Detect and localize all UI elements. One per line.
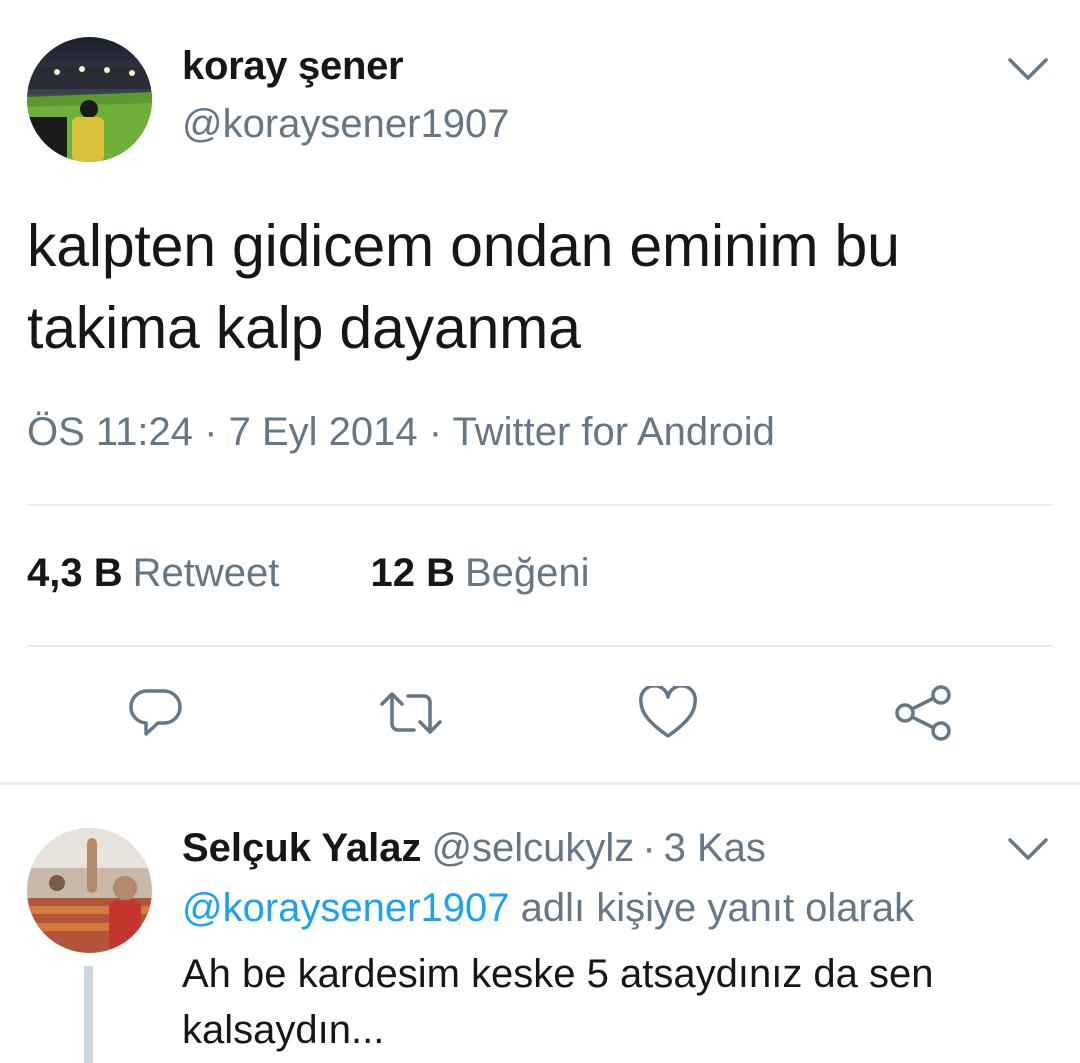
reply-author-name[interactable]: Selçuk Yalaz xyxy=(182,826,421,870)
retweet-button[interactable] xyxy=(376,680,446,750)
like-button[interactable] xyxy=(633,680,703,750)
meta-separator: · xyxy=(204,410,218,454)
author-handle[interactable]: @koraysener1907 xyxy=(182,102,509,147)
retweet-label: Retweet xyxy=(132,551,280,595)
reply-to-label: adlı kişiye yanıt olarak xyxy=(520,886,915,930)
reply-author-handle[interactable]: @selcukylz xyxy=(431,826,634,870)
reply-separator: · xyxy=(642,826,656,870)
tweet-detail-screen: koray şener @koraysener1907 kalpten gidi… xyxy=(0,0,1080,1063)
share-icon xyxy=(893,684,953,746)
reply-text: Ah be kardesim keske 5 atsaydınız da sen… xyxy=(182,952,934,1052)
tweet-text: kalpten gidicem ondan eminim bu takima k… xyxy=(27,213,900,361)
tweet-date: 7 Eyl 2014 xyxy=(228,410,418,454)
like-label: Beğeni xyxy=(464,551,590,595)
tweet-meta: ÖS 11:24 · 7 Eyl 2014 · Twitter for Andr… xyxy=(27,410,775,455)
author-name[interactable]: koray şener xyxy=(182,44,404,89)
reply-author-avatar[interactable] xyxy=(27,828,152,953)
like-count: 12 B xyxy=(370,551,455,595)
author-avatar[interactable] xyxy=(27,37,152,162)
thread-line xyxy=(84,966,93,1063)
tweet-stats: 4,3 B Retweet 12 B Beğeni xyxy=(27,551,590,596)
retweet-stat[interactable]: 4,3 B Retweet xyxy=(27,551,279,596)
reply-context: @koraysener1907 adlı kişiye yanıt olarak xyxy=(182,886,914,931)
reply-header: Selçuk Yalaz @selcukylz · 3 Kas xyxy=(182,826,766,871)
reply-to-mention[interactable]: @koraysener1907 xyxy=(182,886,509,930)
reply-icon xyxy=(128,687,184,744)
meta-separator: · xyxy=(428,410,443,454)
divider xyxy=(27,504,1053,506)
retweet-count: 4,3 B xyxy=(27,551,123,595)
heart-icon xyxy=(638,683,698,745)
like-stat[interactable]: 12 B Beğeni xyxy=(370,551,589,596)
section-divider xyxy=(0,782,1080,785)
chevron-down-icon[interactable] xyxy=(1006,834,1050,864)
tweet-time: ÖS 11:24 xyxy=(27,410,194,454)
chevron-down-icon[interactable] xyxy=(1006,54,1050,84)
tweet-source[interactable]: Twitter for Android xyxy=(453,410,775,454)
reply-time: 3 Kas xyxy=(663,826,766,870)
divider xyxy=(27,645,1053,647)
reply-button[interactable] xyxy=(121,680,191,750)
share-button[interactable] xyxy=(888,680,958,750)
retweet-icon xyxy=(378,688,444,743)
